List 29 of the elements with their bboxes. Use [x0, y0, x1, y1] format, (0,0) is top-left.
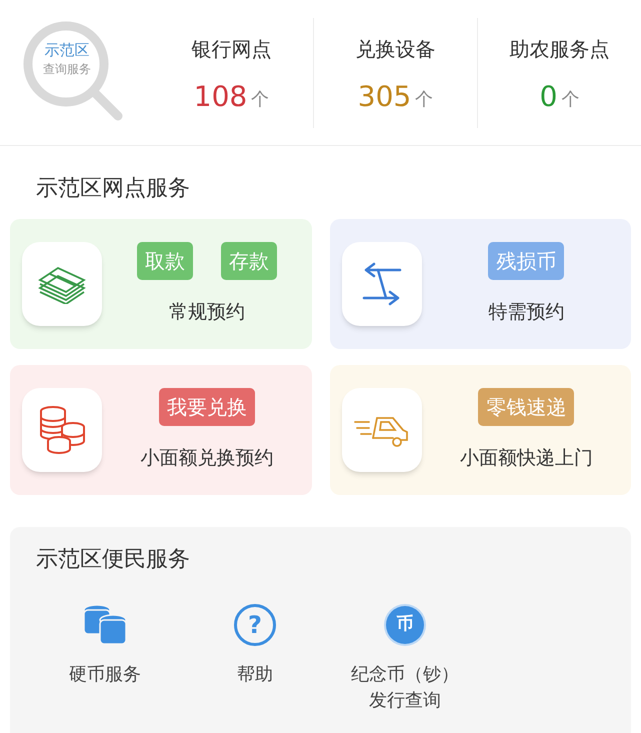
- card-title: 常规预约: [168, 300, 245, 325]
- service-label[interactable]: 纪念币（钞）: [351, 662, 459, 688]
- badge-title: 示范区: [44, 40, 90, 60]
- coin-stacks-icon: [37, 405, 87, 455]
- coin-badge-icon: 币: [386, 606, 424, 644]
- stat-unit: 个: [561, 88, 580, 112]
- card-title: 特需预约: [488, 300, 564, 325]
- service-card[interactable]: 我要兑换 小面额兑换预约: [10, 365, 312, 495]
- stat-value: 108: [194, 82, 248, 112]
- stat-value: 305: [358, 82, 412, 112]
- section-title: 示范区网点服务: [36, 176, 190, 201]
- banknotes-icon: [36, 264, 88, 304]
- service-label[interactable]: 硬币服务: [69, 662, 141, 688]
- stat-unit: 个: [251, 88, 270, 112]
- stat-label: 银行网点: [192, 36, 272, 62]
- service-card[interactable]: 残损币 特需预约: [330, 219, 631, 349]
- coin-stack-icon: [82, 604, 128, 646]
- badge-subtitle: 查询服务: [43, 60, 91, 78]
- stat-unit: 个: [415, 88, 434, 112]
- service-card[interactable]: 零钱速递 小面额快递上门: [330, 365, 631, 495]
- card-title: 小面额兑换预约: [140, 446, 274, 471]
- stat-value: 0: [540, 82, 558, 112]
- help-icon: ?: [234, 604, 276, 646]
- card-title: 小面额快递上门: [460, 446, 593, 471]
- section-title: 示范区便民服务: [36, 547, 190, 572]
- stat-label: 兑换设备: [356, 36, 436, 62]
- service-label[interactable]: 帮助: [237, 662, 273, 688]
- stat-label: 助农服务点: [510, 36, 610, 62]
- service-label[interactable]: 发行查询: [369, 688, 441, 714]
